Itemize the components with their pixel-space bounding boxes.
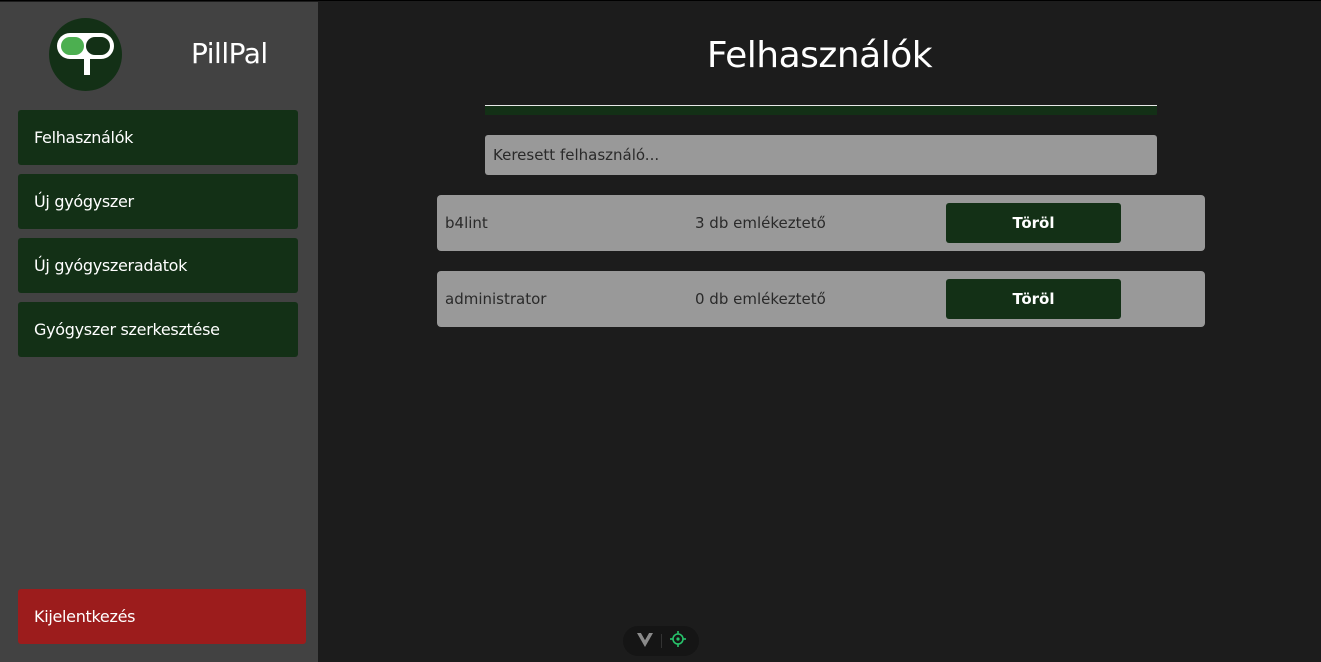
sidebar-item-label: Gyógyszer szerkesztése xyxy=(34,320,220,339)
pillpal-logo-icon xyxy=(49,18,122,91)
delete-user-button[interactable]: Töröl xyxy=(946,203,1121,243)
title-divider xyxy=(485,105,1157,115)
sidebar-item-gyogyszer-szerkesztese[interactable]: Gyógyszer szerkesztése xyxy=(18,302,298,357)
logout-button[interactable]: Kijelentkezés xyxy=(18,589,306,644)
delete-user-button[interactable]: Töröl xyxy=(946,279,1121,319)
list-item: b4lint 3 db emlékeztető Töröl xyxy=(437,195,1205,251)
devtools-separator xyxy=(660,634,662,648)
user-reminder-count: 3 db emlékeztető xyxy=(695,214,826,232)
page-title: Felhasználók xyxy=(706,35,933,76)
user-name: b4lint xyxy=(445,214,488,232)
devtools-toggle[interactable] xyxy=(623,626,699,656)
logout-label: Kijelentkezés xyxy=(34,607,136,626)
sidebar-item-label: Új gyógyszer xyxy=(34,192,134,211)
sidebar-item-uj-gyogyszeradatok[interactable]: Új gyógyszeradatok xyxy=(18,238,298,293)
sidebar-item-uj-gyogyszer[interactable]: Új gyógyszer xyxy=(18,174,298,229)
brand-name: PillPal xyxy=(191,37,268,70)
app-root: PillPal Felhasználók Új gyógyszer Új gyó… xyxy=(0,0,1321,662)
list-item: administrator 0 db emlékeztető Töröl xyxy=(437,271,1205,327)
user-name: administrator xyxy=(445,290,547,308)
crosshair-icon[interactable] xyxy=(669,631,686,651)
vue-logo-icon[interactable] xyxy=(636,632,653,651)
sidebar-item-felhasznalok[interactable]: Felhasználók xyxy=(18,110,298,165)
sidebar-item-label: Felhasználók xyxy=(34,128,134,147)
sidebar: PillPal Felhasználók Új gyógyszer Új gyó… xyxy=(0,2,318,662)
user-reminder-count: 0 db emlékeztető xyxy=(695,290,826,308)
search-input[interactable] xyxy=(485,135,1157,175)
sidebar-item-label: Új gyógyszeradatok xyxy=(34,256,188,275)
